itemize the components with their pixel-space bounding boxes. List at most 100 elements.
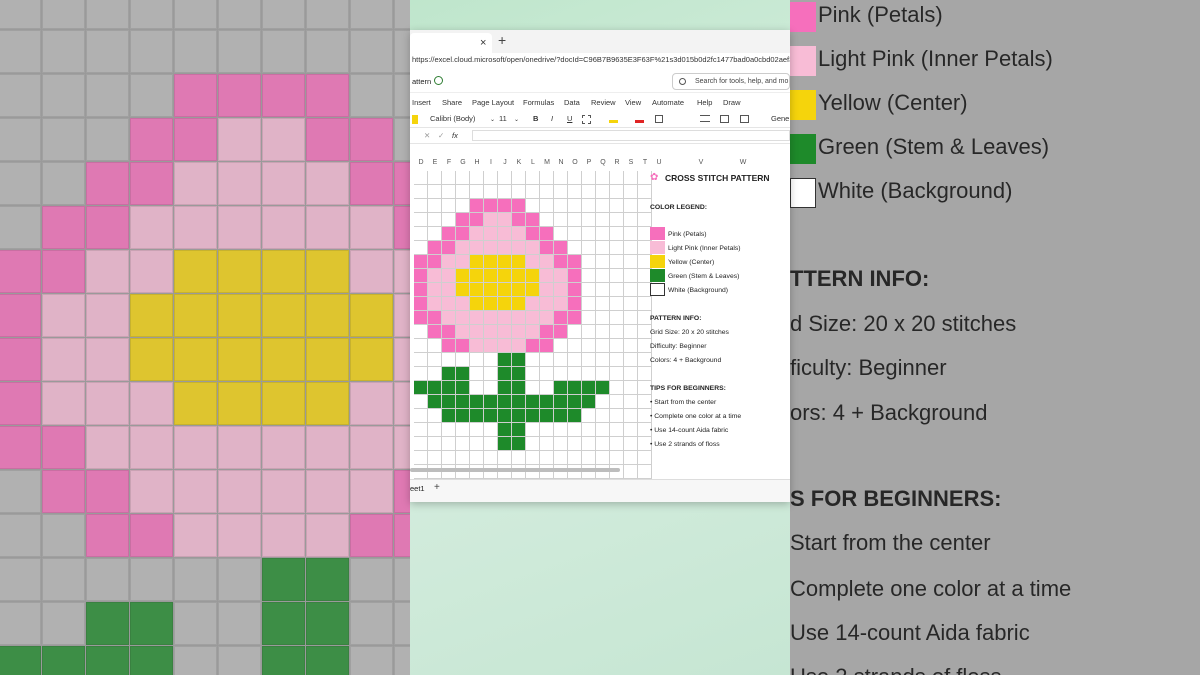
grid-cell-yellow[interactable]: [484, 283, 498, 297]
grid-cell-green[interactable]: [484, 409, 498, 423]
column-header[interactable]: M: [540, 159, 554, 171]
grid-cell-white[interactable]: [554, 227, 568, 241]
grid-cell-light-pink[interactable]: [470, 241, 484, 255]
grid-cell-green[interactable]: [582, 381, 596, 395]
new-tab-button[interactable]: +: [498, 32, 506, 48]
grid-cell-light-pink[interactable]: [484, 213, 498, 227]
grid-cell-light-pink[interactable]: [540, 311, 554, 325]
grid-cell-green[interactable]: [470, 395, 484, 409]
grid-cell-white[interactable]: [414, 213, 428, 227]
grid-cell-white[interactable]: [610, 283, 624, 297]
grid-cell-white[interactable]: [526, 437, 540, 451]
grid-cell-light-pink[interactable]: [498, 213, 512, 227]
grid-cell-light-pink[interactable]: [442, 311, 456, 325]
grid-cell-white[interactable]: [484, 437, 498, 451]
column-header[interactable]: I: [484, 159, 498, 171]
grid-cell-light-pink[interactable]: [442, 269, 456, 283]
grid-cell-white[interactable]: [610, 409, 624, 423]
grid-cell-white[interactable]: [582, 409, 596, 423]
grid-cell-white[interactable]: [470, 353, 484, 367]
clear-icon[interactable]: [655, 115, 663, 123]
grid-cell-white[interactable]: [596, 283, 610, 297]
grid-cell-yellow[interactable]: [456, 283, 470, 297]
grid-cell-white[interactable]: [554, 199, 568, 213]
grid-cell-white[interactable]: [582, 311, 596, 325]
grid-cell-white[interactable]: [624, 325, 638, 339]
grid-cell-light-pink[interactable]: [540, 255, 554, 269]
grid-cell-green[interactable]: [442, 409, 456, 423]
grid-cell-light-pink[interactable]: [512, 339, 526, 353]
column-header[interactable]: Q: [596, 159, 610, 171]
grid-cell-white[interactable]: [428, 185, 442, 199]
grid-cell-green[interactable]: [498, 409, 512, 423]
grid-cell-green[interactable]: [582, 395, 596, 409]
grid-cell-white[interactable]: [610, 367, 624, 381]
grid-cell-white[interactable]: [624, 367, 638, 381]
grid-cell-green[interactable]: [526, 409, 540, 423]
grid-cell-pink[interactable]: [442, 325, 456, 339]
grid-cell-white[interactable]: [414, 227, 428, 241]
grid-cell-white[interactable]: [568, 213, 582, 227]
grid-cell-white[interactable]: [582, 255, 596, 269]
grid-cell-white[interactable]: [582, 283, 596, 297]
grid-cell-yellow[interactable]: [498, 255, 512, 269]
grid-cell-white[interactable]: [526, 451, 540, 465]
grid-cell-light-pink[interactable]: [554, 283, 568, 297]
grid-cell-white[interactable]: [596, 437, 610, 451]
grid-cell-white[interactable]: [610, 339, 624, 353]
wrap-text-icon[interactable]: [720, 115, 729, 123]
grid-cell-white[interactable]: [568, 227, 582, 241]
grid-cell-white[interactable]: [470, 185, 484, 199]
grid-cell-white[interactable]: [526, 171, 540, 185]
tab-data[interactable]: Data: [564, 98, 580, 107]
grid-cell-pink[interactable]: [568, 297, 582, 311]
grid-cell-white[interactable]: [540, 199, 554, 213]
grid-cell-white[interactable]: [484, 381, 498, 395]
grid-cell-white[interactable]: [610, 423, 624, 437]
grid-cell-white[interactable]: [624, 381, 638, 395]
grid-cell-white[interactable]: [582, 185, 596, 199]
grid-cell-white[interactable]: [568, 353, 582, 367]
grid-cell-light-pink[interactable]: [526, 255, 540, 269]
grid-cell-white[interactable]: [582, 213, 596, 227]
grid-cell-white[interactable]: [554, 451, 568, 465]
grid-cell-white[interactable]: [582, 227, 596, 241]
grid-cell-white[interactable]: [540, 381, 554, 395]
grid-cell-white[interactable]: [624, 171, 638, 185]
grid-cell-light-pink[interactable]: [456, 241, 470, 255]
grid-cell-white[interactable]: [540, 451, 554, 465]
grid-cell-white[interactable]: [624, 423, 638, 437]
grid-cell-white[interactable]: [554, 423, 568, 437]
grid-cell-light-pink[interactable]: [526, 325, 540, 339]
grid-cell-white[interactable]: [414, 353, 428, 367]
grid-cell-pink[interactable]: [554, 325, 568, 339]
grid-cell-white[interactable]: [540, 171, 554, 185]
grid-cell-white[interactable]: [610, 451, 624, 465]
grid-cell-green[interactable]: [554, 395, 568, 409]
column-header[interactable]: E: [428, 159, 442, 171]
column-header[interactable]: P: [582, 159, 596, 171]
tab-draw[interactable]: Draw: [723, 98, 741, 107]
grid-cell-white[interactable]: [596, 269, 610, 283]
grid-cell-white[interactable]: [568, 171, 582, 185]
grid-cell-green[interactable]: [498, 367, 512, 381]
grid-cell-pink[interactable]: [540, 241, 554, 255]
grid-cell-light-pink[interactable]: [470, 325, 484, 339]
grid-cell-light-pink[interactable]: [484, 227, 498, 241]
grid-cell-light-pink[interactable]: [512, 311, 526, 325]
column-header[interactable]: G: [456, 159, 470, 171]
grid-cell-white[interactable]: [526, 199, 540, 213]
document-title[interactable]: attern: [412, 77, 431, 86]
grid-cell-pink[interactable]: [568, 283, 582, 297]
font-family-select[interactable]: Calibri (Body): [430, 114, 475, 123]
horizontal-scrollbar[interactable]: [410, 468, 620, 472]
grid-cell-white[interactable]: [624, 297, 638, 311]
tab-automate[interactable]: Automate: [652, 98, 684, 107]
grid-cell-white[interactable]: [624, 395, 638, 409]
grid-cell-white[interactable]: [540, 213, 554, 227]
grid-cell-white[interactable]: [610, 325, 624, 339]
grid-cell-white[interactable]: [610, 255, 624, 269]
grid-cell-pink[interactable]: [414, 297, 428, 311]
grid-cell-white[interactable]: [582, 171, 596, 185]
align-icon[interactable]: [700, 115, 710, 122]
